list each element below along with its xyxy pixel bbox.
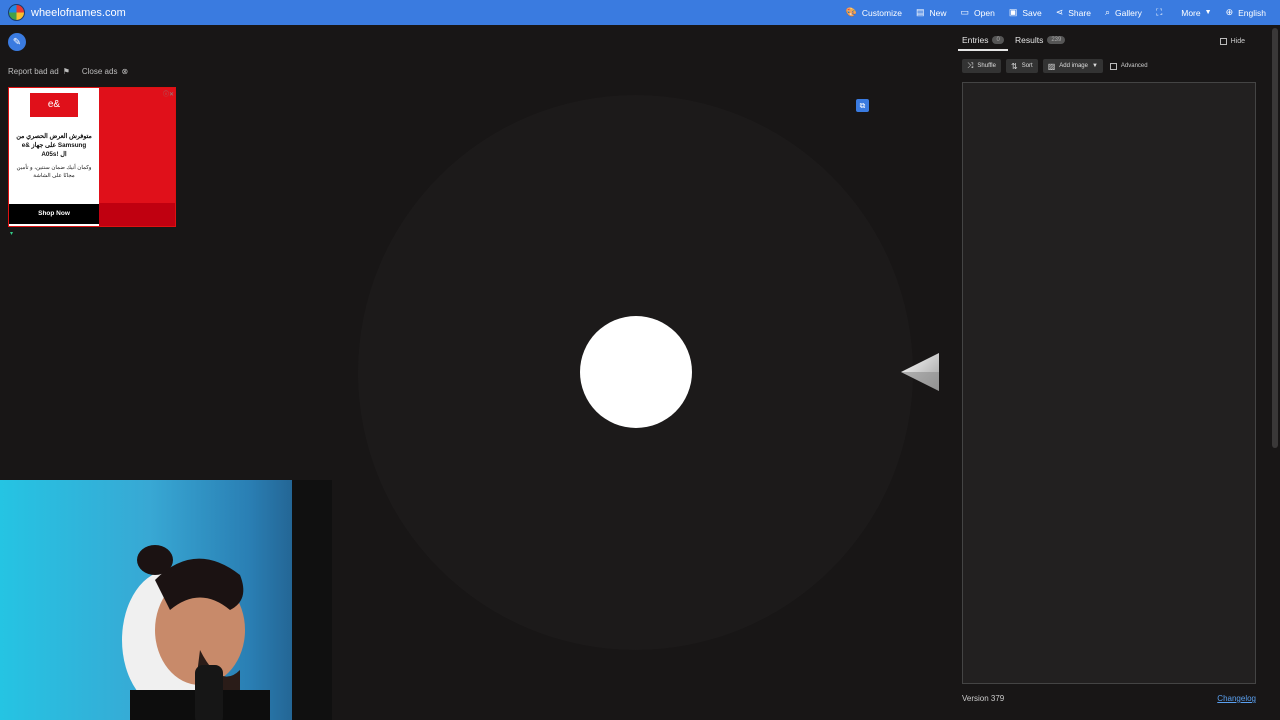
close-icon: ⊗ bbox=[121, 67, 129, 76]
nav-new[interactable]: ▤ New bbox=[916, 8, 947, 18]
hide-label: Hide bbox=[1230, 38, 1245, 45]
fullscreen-icon: ⛶ bbox=[1155, 7, 1163, 17]
save-icon: ▣ bbox=[1008, 7, 1018, 17]
pencil-icon: ✎ bbox=[12, 36, 22, 48]
top-nav-bar: wheelofnames.com 🎨 Customize ▤ New ▭ Ope… bbox=[0, 0, 1280, 25]
nav-open[interactable]: ▭ Open bbox=[961, 8, 995, 18]
share-icon: ⋖ bbox=[1055, 7, 1064, 17]
shuffle-button[interactable]: ⤨ Shuffle bbox=[962, 59, 1001, 73]
advanced-checkbox[interactable]: Advanced bbox=[1109, 62, 1148, 70]
ad-logo: e& bbox=[30, 93, 78, 117]
panel-tabs: Entries 0 Results 239 Hide bbox=[955, 29, 1265, 51]
folder-icon: ▭ bbox=[960, 7, 970, 17]
close-ads-label: Close ads bbox=[81, 67, 118, 76]
nav-save-label: Save bbox=[1022, 7, 1042, 18]
edit-wheel-button[interactable]: ✎ bbox=[8, 33, 26, 51]
entries-count-badge: 0 bbox=[992, 36, 1004, 44]
ad-close-icon[interactable]: ⓘ✕ bbox=[163, 89, 174, 98]
ad-links: Report bad ad ⚑ Close ads ⊗ bbox=[8, 67, 140, 76]
sort-label: Sort bbox=[1021, 63, 1033, 69]
nav-customize[interactable]: 🎨 Customize bbox=[846, 8, 902, 18]
entries-toolbar: ⤨ Shuffle ⇅ Sort ▨ Add image ▼ Advanced bbox=[962, 59, 1148, 73]
search-icon: ⌕ bbox=[1104, 7, 1110, 17]
advanced-label: Advanced bbox=[1120, 63, 1148, 69]
nav-gallery[interactable]: ⌕ Gallery bbox=[1105, 8, 1142, 18]
add-image-label: Add image bbox=[1059, 63, 1088, 69]
ad-body: وكمان أنيك ضمان سنتين، و تأمين مجانًا عل… bbox=[16, 165, 92, 179]
wheel-pointer-icon bbox=[901, 353, 939, 391]
report-bad-ad-label: Report bad ad bbox=[8, 67, 59, 76]
sort-icon: ⇅ bbox=[1010, 61, 1018, 71]
chevron-down-icon: ▼ bbox=[1204, 9, 1212, 16]
close-ads-link[interactable]: Close ads ⊗ bbox=[82, 67, 128, 76]
ad-headline: متوفرش العرض الحصري من e& على جهاز Samsu… bbox=[16, 133, 92, 158]
nav-fullscreen[interactable]: ⛶ bbox=[1156, 8, 1167, 17]
site-name[interactable]: wheelofnames.com bbox=[31, 7, 126, 19]
entries-panel: Entries 0 Results 239 Hide ⤨ Shuffle ⇅ S… bbox=[955, 29, 1265, 713]
nav-share[interactable]: ⋖ Share bbox=[1056, 8, 1091, 18]
nav-customize-label: Customize bbox=[861, 7, 902, 18]
webcam-overlay bbox=[0, 480, 332, 720]
version-label: Version 379 bbox=[962, 694, 1005, 703]
nav-language[interactable]: ⊕ English bbox=[1226, 8, 1266, 18]
tab-results[interactable]: Results 239 bbox=[1015, 35, 1066, 45]
ad-left-panel: e& متوفرش العرض الحصري من e& على جهاز Sa… bbox=[9, 88, 99, 226]
palette-icon: 🎨 bbox=[845, 7, 857, 17]
nav-language-label: English bbox=[1238, 7, 1266, 18]
report-bad-ad-link[interactable]: Report bad ad ⚑ bbox=[8, 67, 70, 76]
nav-more[interactable]: More ▼ bbox=[1181, 8, 1211, 18]
tab-results-label: Results bbox=[1015, 35, 1044, 45]
hide-checkbox[interactable]: Hide bbox=[1219, 38, 1245, 45]
sort-button[interactable]: ⇅ Sort bbox=[1005, 59, 1038, 73]
file-icon: ▤ bbox=[915, 7, 925, 17]
cam-background bbox=[292, 480, 332, 720]
nav-gallery-label: Gallery bbox=[1115, 7, 1142, 18]
active-tab-indicator bbox=[958, 49, 1008, 51]
globe-icon: ⊕ bbox=[1225, 7, 1234, 17]
wheel-center[interactable] bbox=[580, 316, 692, 428]
page-scrollbar[interactable] bbox=[1272, 28, 1278, 448]
image-icon: ▨ bbox=[1047, 61, 1056, 71]
ad-choices-icon[interactable]: ▾ bbox=[10, 230, 13, 237]
ad-shop-now-button[interactable]: Shop Now bbox=[9, 204, 99, 224]
brand[interactable]: wheelofnames.com bbox=[8, 4, 126, 21]
entries-textarea[interactable] bbox=[962, 82, 1256, 684]
nav-menu: 🎨 Customize ▤ New ▭ Open ▣ Save ⋖ Share … bbox=[832, 0, 1266, 25]
checkbox-icon bbox=[1109, 62, 1117, 70]
advertisement[interactable]: e& متوفرش العرض الحصري من e& على جهاز Sa… bbox=[8, 87, 176, 227]
tab-entries-label: Entries bbox=[962, 35, 989, 45]
nav-open-label: Open bbox=[974, 7, 995, 18]
chevron-down-icon: ▼ bbox=[1091, 63, 1098, 69]
nav-save[interactable]: ▣ Save bbox=[1009, 8, 1042, 18]
person-image bbox=[122, 545, 270, 720]
ad-image bbox=[99, 88, 175, 226]
logo-icon bbox=[8, 4, 25, 21]
nav-new-label: New bbox=[929, 7, 947, 18]
translate-icon[interactable]: ⧉ bbox=[856, 99, 869, 112]
nav-share-label: Share bbox=[1068, 7, 1091, 18]
shuffle-label: Shuffle bbox=[977, 63, 996, 69]
results-count-badge: 239 bbox=[1047, 36, 1066, 44]
tab-entries[interactable]: Entries 0 bbox=[962, 35, 1004, 45]
nav-more-label: More bbox=[1181, 7, 1201, 18]
flag-icon: ⚑ bbox=[62, 67, 70, 76]
checkbox-icon bbox=[1219, 38, 1227, 45]
changelog-link[interactable]: Changelog bbox=[1217, 694, 1256, 703]
shuffle-icon: ⤨ bbox=[967, 61, 974, 70]
add-image-button[interactable]: ▨ Add image ▼ bbox=[1042, 59, 1103, 73]
